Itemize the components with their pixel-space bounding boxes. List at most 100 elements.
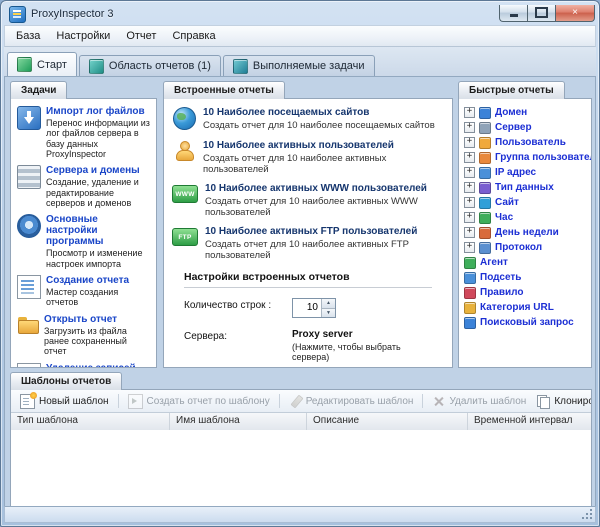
tab-start-label: Старт <box>37 59 67 71</box>
globe-icon <box>173 107 196 130</box>
create-report-from-template-button[interactable]: Создать отчет по шаблону <box>123 392 275 411</box>
www-server-icon: WWW <box>172 185 198 203</box>
report-top-users[interactable]: 10 Наиболее активных пользователей Созда… <box>172 140 444 175</box>
task-title: Сервера и домены <box>46 165 151 176</box>
status-bar <box>4 506 596 523</box>
maximize-icon <box>535 7 548 18</box>
tab-reports-area[interactable]: Область отчетов (1) <box>79 55 221 76</box>
menu-item-settings[interactable]: Настройки <box>48 28 118 44</box>
menu-bar: База Настройки Отчет Справка <box>4 25 596 47</box>
task-desc: Загрузить из файла ранее сохраненный отч… <box>44 326 151 357</box>
clone-template-icon <box>537 395 550 408</box>
report-desc: Создать отчет для 10 наиболее активных п… <box>203 153 444 175</box>
tree-item-url-category[interactable]: Категория URL <box>464 300 588 315</box>
builtin-reports-title: Встроенные отчеты <box>174 85 274 96</box>
delete-template-icon <box>432 395 445 408</box>
data-type-icon <box>479 182 491 194</box>
tab-running-tasks[interactable]: Выполняемые задачи <box>223 55 375 76</box>
tree-item-domain[interactable]: +Домен <box>464 105 588 120</box>
templates-table-header: Тип шаблона Имя шаблона Описание Временн… <box>11 413 591 431</box>
tree-item-rule[interactable]: Правило <box>464 285 588 300</box>
close-icon: × <box>572 8 578 18</box>
create-from-template-icon <box>128 394 143 409</box>
menu-item-help[interactable]: Справка <box>164 28 223 44</box>
servers-domains-icon <box>17 165 41 189</box>
url-category-icon <box>464 302 476 314</box>
maximize-button[interactable] <box>527 5 555 22</box>
tree-item-site[interactable]: +Сайт <box>464 195 588 210</box>
quick-reports-title: Быстрые отчеты <box>469 85 554 96</box>
task-create-report[interactable]: Создание отчета Мастер создания отчетов <box>17 275 151 308</box>
servers-value-link[interactable]: Proxy server <box>292 329 432 340</box>
task-desc: Создание, удаление и редактирование серв… <box>46 177 151 208</box>
tree-item-hour[interactable]: +Час <box>464 210 588 225</box>
tab-start[interactable]: Старт <box>7 52 77 76</box>
expand-icon[interactable]: + <box>464 227 475 238</box>
report-title: 10 Наиболее активных FTP пользователей <box>205 226 444 238</box>
column-description[interactable]: Описание <box>307 413 468 430</box>
menu-item-base[interactable]: База <box>8 28 48 44</box>
tree-item-subnet[interactable]: Подсеть <box>464 270 588 285</box>
new-template-button[interactable]: Новый шаблон <box>15 392 114 411</box>
templates-toolbar: Новый шаблон Создать отчет по шаблону Ре… <box>11 390 591 413</box>
resize-grip[interactable] <box>590 517 592 519</box>
minimize-button[interactable] <box>499 5 527 22</box>
toolbar-separator <box>279 394 280 408</box>
rows-count-spinner[interactable]: 10 ▲ ▼ <box>292 298 336 318</box>
report-title: 10 Наиболее активных WWW пользователей <box>205 183 444 195</box>
expand-icon[interactable]: + <box>464 137 475 148</box>
tree-item-user[interactable]: +Пользователь <box>464 135 588 150</box>
tree-item-protocol[interactable]: +Протокол <box>464 240 588 255</box>
builtin-reports-body: 10 Наиболее посещаемых сайтов Создать от… <box>163 98 453 368</box>
report-top-ftp-users[interactable]: FTP 10 Наиболее активных FTP пользовател… <box>172 226 444 261</box>
expand-icon[interactable]: + <box>464 212 475 223</box>
expand-icon[interactable]: + <box>464 107 475 118</box>
report-top-sites[interactable]: 10 Наиболее посещаемых сайтов Создать от… <box>172 107 444 132</box>
button-label: Редактировать шаблон <box>306 396 414 407</box>
tree-item-agent[interactable]: Агент <box>464 255 588 270</box>
tree-item-data-type[interactable]: +Тип данных <box>464 180 588 195</box>
expand-icon[interactable]: + <box>464 167 475 178</box>
search-query-icon <box>464 317 476 329</box>
agent-icon <box>464 257 476 269</box>
menu-item-report[interactable]: Отчет <box>118 28 164 44</box>
builtin-settings: Настройки встроенных отчетов Количество … <box>172 269 444 368</box>
report-top-www-users[interactable]: WWW 10 Наиболее активных WWW пользовател… <box>172 183 444 218</box>
expand-icon[interactable]: + <box>464 197 475 208</box>
task-title: Импорт лог файлов <box>46 106 151 117</box>
tree-item-user-group[interactable]: +Группа пользователей <box>464 150 588 165</box>
expand-icon[interactable]: + <box>464 122 475 133</box>
close-button[interactable]: × <box>555 5 595 22</box>
main-content: Задачи Импорт лог файлов Перенос информа… <box>4 76 596 506</box>
report-desc: Создать отчет для 10 наиболее активных W… <box>205 196 444 218</box>
spinner-down-icon[interactable]: ▼ <box>322 309 335 318</box>
edit-template-button[interactable]: Редактировать шаблон <box>284 393 419 410</box>
expand-icon[interactable]: + <box>464 182 475 193</box>
expand-icon[interactable]: + <box>464 242 475 253</box>
delete-template-button[interactable]: Удалить шаблон <box>427 393 531 410</box>
tree-item-weekday[interactable]: +День недели <box>464 225 588 240</box>
tree-item-search-query[interactable]: Поисковый запрос <box>464 315 588 330</box>
button-label: Клонировать <box>554 396 592 407</box>
builtin-settings-title: Настройки встроенных отчетов <box>184 271 432 288</box>
task-open-report[interactable]: Открыть отчет Загрузить из файла ранее с… <box>17 314 151 357</box>
column-template-type[interactable]: Тип шаблона <box>11 413 170 430</box>
tasks-panel-body: Импорт лог файлов Перенос информации из … <box>10 98 157 368</box>
tasks-panel-title: Задачи <box>21 85 56 96</box>
task-title: Открыть отчет <box>44 314 151 325</box>
task-servers-domains[interactable]: Сервера и домены Создание, удаление и ре… <box>17 165 151 208</box>
hour-icon <box>479 212 491 224</box>
clone-template-button[interactable]: Клонировать <box>532 393 592 410</box>
column-template-name[interactable]: Имя шаблона <box>170 413 307 430</box>
task-desc: Перенос информации из лог файлов сервера… <box>46 118 151 159</box>
column-time-interval[interactable]: Временной интервал <box>468 413 591 430</box>
tree-item-server[interactable]: +Сервер <box>464 120 588 135</box>
task-delete-records[interactable]: Удаление записей Удаление устаревшей инф… <box>17 363 151 368</box>
title-bar[interactable]: ProxyInspector 3 × <box>1 1 599 25</box>
spinner-up-icon[interactable]: ▲ <box>322 299 335 309</box>
tree-item-ip-address[interactable]: +IP адрес <box>464 165 588 180</box>
server-icon <box>479 122 491 134</box>
task-import-logs[interactable]: Импорт лог файлов Перенос информации из … <box>17 106 151 159</box>
task-program-settings[interactable]: Основные настройки программы Просмотр и … <box>17 214 151 269</box>
expand-icon[interactable]: + <box>464 152 475 163</box>
